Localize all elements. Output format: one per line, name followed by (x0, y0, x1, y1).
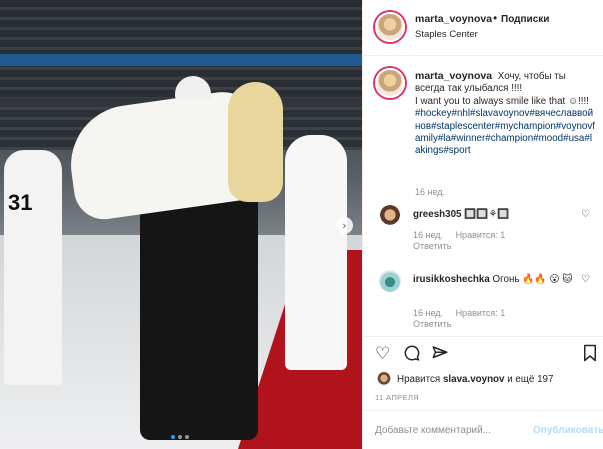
commenter-avatar[interactable] (379, 270, 401, 292)
caption-username[interactable]: marta_voynova (415, 70, 492, 82)
comment-body: Огонь 🔥🔥 😮 🐱 (492, 274, 573, 285)
commenter-username[interactable]: greesh305 (413, 209, 461, 220)
post-actions: ♡ (363, 336, 603, 370)
jersey-number: 31 (8, 190, 33, 215)
liker-avatar[interactable] (377, 372, 391, 386)
heart-small-icon[interactable]: ♡ (581, 209, 590, 220)
bookmark-icon[interactable] (582, 344, 598, 367)
post-side-panel: marta_voynova • Подписки Staples Center … (362, 0, 603, 449)
reply-button[interactable]: Ответить (413, 319, 451, 329)
comments-list: marta_voynova Хочу, чтобы ты всегда так … (363, 60, 603, 335)
caption-hashtags[interactable]: #hockey#nhl#slavavoynov#вячеславвойнов#s… (415, 108, 595, 156)
comment-meta: 16 нед. Нравится: 1 Ответить (413, 308, 505, 330)
comment-text: greesh305 🔲🔲⚘🔲 (413, 209, 583, 221)
comment-time[interactable]: 16 нед. (413, 308, 443, 318)
commenter-avatar[interactable] (379, 205, 401, 227)
location-link[interactable]: Staples Center (415, 29, 478, 40)
woman-blonde-hair (228, 82, 283, 202)
commenter-username[interactable]: irusikkoshechka (413, 274, 490, 285)
heart-small-icon[interactable]: ♡ (581, 274, 590, 285)
post-time[interactable]: 16 нед. (415, 187, 445, 197)
separator-dot: • (493, 11, 498, 25)
following-button[interactable]: Подписки (501, 14, 549, 25)
likes-text[interactable]: Нравится slava.voynov и ещё 197 (397, 374, 553, 385)
comment-likes[interactable]: Нравится: 1 (456, 308, 506, 318)
carousel-dot (185, 435, 189, 439)
add-comment-bar: Добавьте комментарий... Опубликовать (363, 410, 603, 449)
chevron-right-icon[interactable]: › (336, 217, 353, 234)
post-photo[interactable]: 31 › (0, 0, 362, 449)
share-icon[interactable] (431, 344, 449, 367)
liker-username[interactable]: slava.voynov (443, 374, 505, 385)
comment-body: 🔲🔲⚘🔲 (464, 209, 510, 220)
carousel-dot (178, 435, 182, 439)
post-caption: marta_voynova Хочу, чтобы ты всегда так … (415, 70, 597, 158)
comment-meta: 16 нед. Нравится: 1 Ответить (413, 230, 505, 252)
carousel-dot-active (171, 435, 175, 439)
author-username[interactable]: marta_voynova (415, 13, 492, 25)
man-in-white-shirt (285, 135, 347, 370)
likes-prefix: Нравится (397, 374, 443, 385)
likes-summary: Нравится slava.voynov и ещё 197 (375, 372, 595, 388)
reply-button[interactable]: Ответить (413, 241, 451, 251)
comment-time[interactable]: 16 нед. (413, 230, 443, 240)
arena-ribbon-board (0, 54, 362, 66)
comment-likes[interactable]: Нравится: 1 (456, 230, 506, 240)
author-avatar[interactable] (375, 12, 405, 42)
author-avatar[interactable] (375, 68, 405, 98)
heart-icon[interactable]: ♡ (375, 344, 390, 364)
player-in-white-jersey: 31 (4, 150, 62, 385)
comment-input[interactable]: Добавьте комментарий... (375, 425, 491, 436)
caption-line-en: I want you to always smile like that ☺!!… (415, 95, 589, 107)
publish-button[interactable]: Опубликовать (533, 425, 603, 436)
post-date[interactable]: 11 АПРЕЛЯ (375, 393, 419, 402)
comment-icon[interactable] (403, 344, 421, 367)
carousel-dots (171, 435, 189, 439)
post-header: marta_voynova • Подписки Staples Center (363, 0, 603, 56)
comment-text: irusikkoshechka Огонь 🔥🔥 😮 🐱 (413, 274, 583, 286)
likes-suffix: и ещё 197 (504, 374, 554, 385)
